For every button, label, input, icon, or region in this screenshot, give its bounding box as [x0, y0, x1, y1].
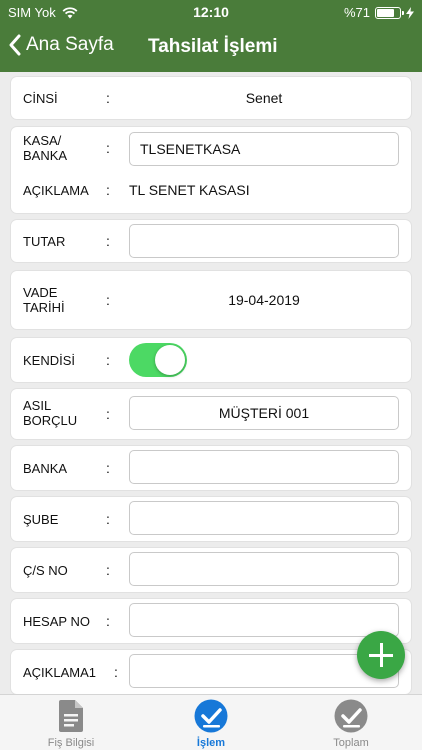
- asil-borclu-colon: :: [106, 406, 110, 422]
- tab-islem-label: İşlem: [196, 737, 226, 749]
- toggle-knob: [155, 345, 185, 375]
- charging-bolt-icon: [406, 6, 414, 19]
- battery-percent: %71: [343, 5, 370, 20]
- banka-colon: :: [106, 460, 110, 476]
- tutar-colon: :: [106, 233, 110, 249]
- tab-bar: Fiş Bilgisi İşlem Toplam: [0, 694, 422, 750]
- sube-label: ŞUBE: [23, 512, 59, 527]
- document-icon: [59, 700, 83, 732]
- tutar-label: TUTAR: [23, 234, 66, 249]
- cs-no-input[interactable]: [129, 552, 399, 586]
- asil-borclu-label-line1: ASIL: [23, 398, 52, 413]
- banka-card: BANKA :: [11, 446, 411, 490]
- check-circle-icon: [194, 699, 228, 733]
- cs-no-colon: :: [106, 562, 110, 578]
- aciklama1-colon: :: [114, 664, 118, 680]
- vade-tarihi-label-line2: TARİHİ: [23, 300, 65, 315]
- kasa-banka-label-line2: BANKA: [23, 148, 68, 163]
- aciklama1-label: AÇIKLAMA1: [23, 665, 96, 680]
- aciklama-value: TL SENET KASASI: [129, 182, 250, 198]
- battery-icon: [375, 6, 404, 19]
- tutar-input[interactable]: [129, 224, 399, 258]
- aciklama-label: AÇIKLAMA: [23, 183, 89, 198]
- vade-tarihi-label-line1: VADE: [23, 285, 58, 300]
- sube-card: ŞUBE :: [11, 497, 411, 541]
- page-title: Tahsilat İşlemi: [148, 36, 278, 57]
- sube-input[interactable]: [129, 501, 399, 535]
- back-button-label: Ana Sayfa: [26, 34, 114, 55]
- kasa-banka-card: KASA/ BANKA : AÇIKLAMA : TL SENET KASASI: [11, 127, 411, 213]
- aciklama-colon: :: [106, 182, 110, 198]
- chevron-left-icon: [9, 34, 21, 56]
- vade-tarihi-date-picker[interactable]: 19-04-2019: [129, 292, 399, 308]
- cinsi-card: CİNSİ : Senet: [11, 77, 411, 119]
- tutar-card: TUTAR :: [11, 220, 411, 262]
- kasa-banka-input[interactable]: [129, 132, 399, 166]
- hesap-no-label: HESAP NO: [23, 614, 90, 629]
- kendisi-colon: :: [106, 352, 110, 368]
- hesap-no-colon: :: [106, 613, 110, 629]
- navigation-bar: Ana Sayfa Tahsilat İşlemi: [0, 24, 422, 72]
- kasa-banka-label-line1: KASA/: [23, 133, 62, 148]
- kendisi-toggle[interactable]: [129, 343, 187, 377]
- tab-fis-bilgisi-label: Fiş Bilgisi: [47, 737, 95, 749]
- tab-toplam-label: Toplam: [333, 737, 369, 749]
- asil-borclu-label-line2: BORÇLU: [23, 413, 78, 428]
- hesap-no-input[interactable]: [129, 603, 399, 637]
- kendisi-label: KENDİSİ: [23, 353, 76, 368]
- asil-borclu-label: ASIL BORÇLU: [23, 398, 77, 428]
- cs-no-card: Ç/S NO :: [11, 548, 411, 592]
- vade-tarihi-colon: :: [106, 292, 110, 308]
- hesap-no-card: HESAP NO :: [11, 599, 411, 643]
- status-right: %71: [344, 5, 414, 20]
- kendisi-card: KENDİSİ :: [11, 338, 411, 382]
- kasa-banka-colon: :: [106, 140, 110, 156]
- check-circle-icon: [334, 699, 368, 733]
- back-button[interactable]: Ana Sayfa: [8, 34, 114, 56]
- cs-no-label: Ç/S NO: [23, 563, 68, 578]
- tab-fis-bilgisi[interactable]: Fiş Bilgisi: [16, 699, 126, 749]
- asil-borclu-card: ASIL BORÇLU :: [11, 389, 411, 439]
- vade-tarihi-label: VADE TARİHİ: [23, 285, 65, 315]
- tab-toplam[interactable]: Toplam: [296, 699, 406, 749]
- kasa-banka-label: KASA/ BANKA: [23, 133, 67, 163]
- add-button[interactable]: [357, 631, 405, 679]
- banka-input[interactable]: [129, 450, 399, 484]
- tab-islem[interactable]: İşlem: [156, 699, 266, 749]
- asil-borclu-input[interactable]: [129, 396, 399, 430]
- form-content[interactable]: CİNSİ : Senet KASA/ BANKA : AÇIKLAMA : T…: [0, 72, 422, 694]
- banka-label: BANKA: [23, 461, 68, 476]
- cinsi-value: Senet: [245, 90, 283, 106]
- cinsi-colon: :: [106, 90, 110, 106]
- vade-tarihi-card: VADE TARİHİ : 19-04-2019: [11, 271, 411, 329]
- aciklama1-card: AÇIKLAMA1 :: [11, 650, 411, 694]
- cinsi-label: CİNSİ: [23, 91, 58, 106]
- sube-colon: :: [106, 511, 110, 527]
- status-bar: SIM Yok 12:10 %71: [0, 0, 422, 24]
